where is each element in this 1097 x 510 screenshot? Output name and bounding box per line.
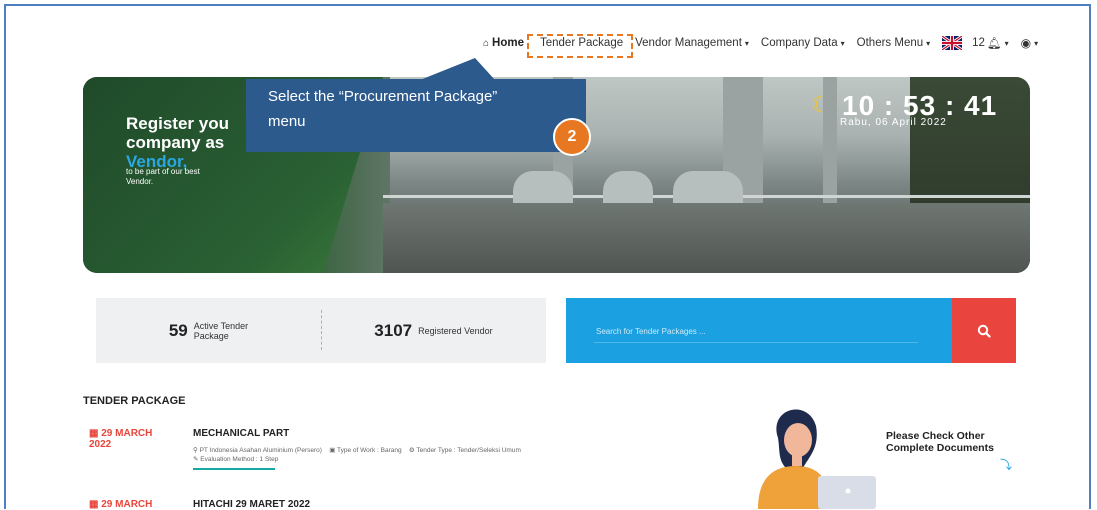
hero-title: Register you company as Vendor, xyxy=(126,114,229,171)
tender-evaluation-label: Evaluation Method : 1 Step xyxy=(200,456,279,463)
nav-others-menu-label: Others Menu xyxy=(856,37,924,49)
moon-icon: ☾ xyxy=(811,92,831,117)
tender-evaluation: ✎ Evaluation Method : 1 Step xyxy=(193,455,278,463)
step-badge: 2 xyxy=(553,118,591,156)
hero-subtitle: to be part of our best Vendor. xyxy=(126,167,200,187)
chevron-down-icon: ▾ xyxy=(926,38,931,48)
hero-title-line: company as xyxy=(126,133,225,152)
hero-subtitle-line: Vendor. xyxy=(126,177,154,186)
stat-registered-vendor: 3107 Registered Vendor xyxy=(321,321,546,341)
chevron-down-icon: ▾ xyxy=(840,38,845,48)
nav-home-label: Home xyxy=(492,37,524,49)
tender-name[interactable]: HITACHI 29 MARET 2022 xyxy=(193,499,310,510)
chevron-down-icon: ▾ xyxy=(1034,38,1039,48)
nav-vendor-management[interactable]: Vendor Management ▾ xyxy=(635,37,749,49)
search-button[interactable] xyxy=(952,298,1016,363)
location-icon: ⚲ xyxy=(193,447,200,454)
search-input[interactable] xyxy=(594,320,918,343)
stat-label-line: Active Tender xyxy=(193,320,249,331)
tender-date-line: 29 MARCH xyxy=(101,428,153,439)
calendar-icon: ▦ xyxy=(89,499,102,510)
search-icon xyxy=(977,324,991,338)
home-icon: ⌂ xyxy=(483,37,490,49)
stat-label: Active Tender Package xyxy=(194,321,248,341)
briefcase-icon: ▣ xyxy=(329,447,338,454)
clock-date: Rabu, 06 April 2022 xyxy=(840,117,947,128)
check-documents-line: Please Check Other xyxy=(886,430,985,442)
chevron-down-icon: ▾ xyxy=(744,38,749,48)
notifications-button[interactable]: 12 🔔︎ ▾ xyxy=(972,36,1008,50)
tender-work-type: Type of Work : Barang xyxy=(337,447,402,454)
tooltip: Select the “Procurement Package” menu xyxy=(246,79,586,152)
calendar-icon: ▦ xyxy=(89,428,102,439)
tender-meta: ⚲ PT Indonesia Asahan Aluminium (Persero… xyxy=(193,446,521,454)
woman-illustration xyxy=(758,409,876,509)
chevron-down-icon: ▾ xyxy=(1004,38,1009,48)
tooltip-arrow xyxy=(420,58,495,80)
stat-label: Registered Vendor xyxy=(418,325,493,336)
stat-label-line: Package xyxy=(193,330,229,341)
nav-company-data[interactable]: Company Data ▾ xyxy=(761,37,845,49)
notification-count: 12 xyxy=(972,37,985,49)
search-panel xyxy=(566,298,952,363)
tender-type: Tender Type : Tender/Seleksi Umum xyxy=(416,447,521,454)
check-documents[interactable]: Please Check Other Complete Documents xyxy=(886,430,994,454)
hero-subtitle-line: to be part of our best xyxy=(126,167,200,176)
nav-home[interactable]: ⌂ Home xyxy=(483,37,524,49)
tooltip-line: menu xyxy=(268,113,306,130)
stats-panel: 59 Active Tender Package 3107 Registered… xyxy=(96,298,546,363)
check-documents-line: Complete Documents xyxy=(886,442,994,454)
divider xyxy=(321,310,322,350)
uk-flag-icon[interactable] xyxy=(942,36,963,50)
stat-number: 59 xyxy=(168,320,188,340)
tender-name[interactable]: MECHANICAL PART xyxy=(193,428,289,439)
tooltip-line: Select the “Procurement Package” xyxy=(268,88,498,105)
section-title: TENDER PACKAGE xyxy=(83,395,186,407)
nav-company-data-label: Company Data xyxy=(760,37,838,49)
tender-date: ▦ 29 MARCH 2022 xyxy=(89,428,179,450)
highlight-tender-package xyxy=(527,34,633,58)
tender-underline xyxy=(193,468,275,470)
curved-arrow-icon: ⤵ xyxy=(1000,458,1013,472)
tender-date-line: 29 MARCH xyxy=(101,499,153,510)
tender-company: PT Indonesia Asahan Aluminium (Persero) xyxy=(199,447,322,454)
stat-number: 3107 xyxy=(374,320,413,340)
bell-icon: 🔔︎ xyxy=(986,38,1002,50)
nav-others-menu[interactable]: Others Menu ▾ xyxy=(857,37,931,49)
stat-active-tender: 59 Active Tender Package xyxy=(96,321,321,341)
user-menu-button[interactable]: ◉ ▾ xyxy=(1021,36,1039,50)
nav-vendor-management-label: Vendor Management xyxy=(635,37,742,49)
hero-title-line: Register you xyxy=(126,114,229,133)
tender-date-line: 2022 xyxy=(89,439,112,450)
hero-dam-wall xyxy=(383,203,1030,273)
user-icon: ◉ xyxy=(1020,36,1032,50)
tender-date: ▦ 29 MARCH xyxy=(89,499,179,510)
